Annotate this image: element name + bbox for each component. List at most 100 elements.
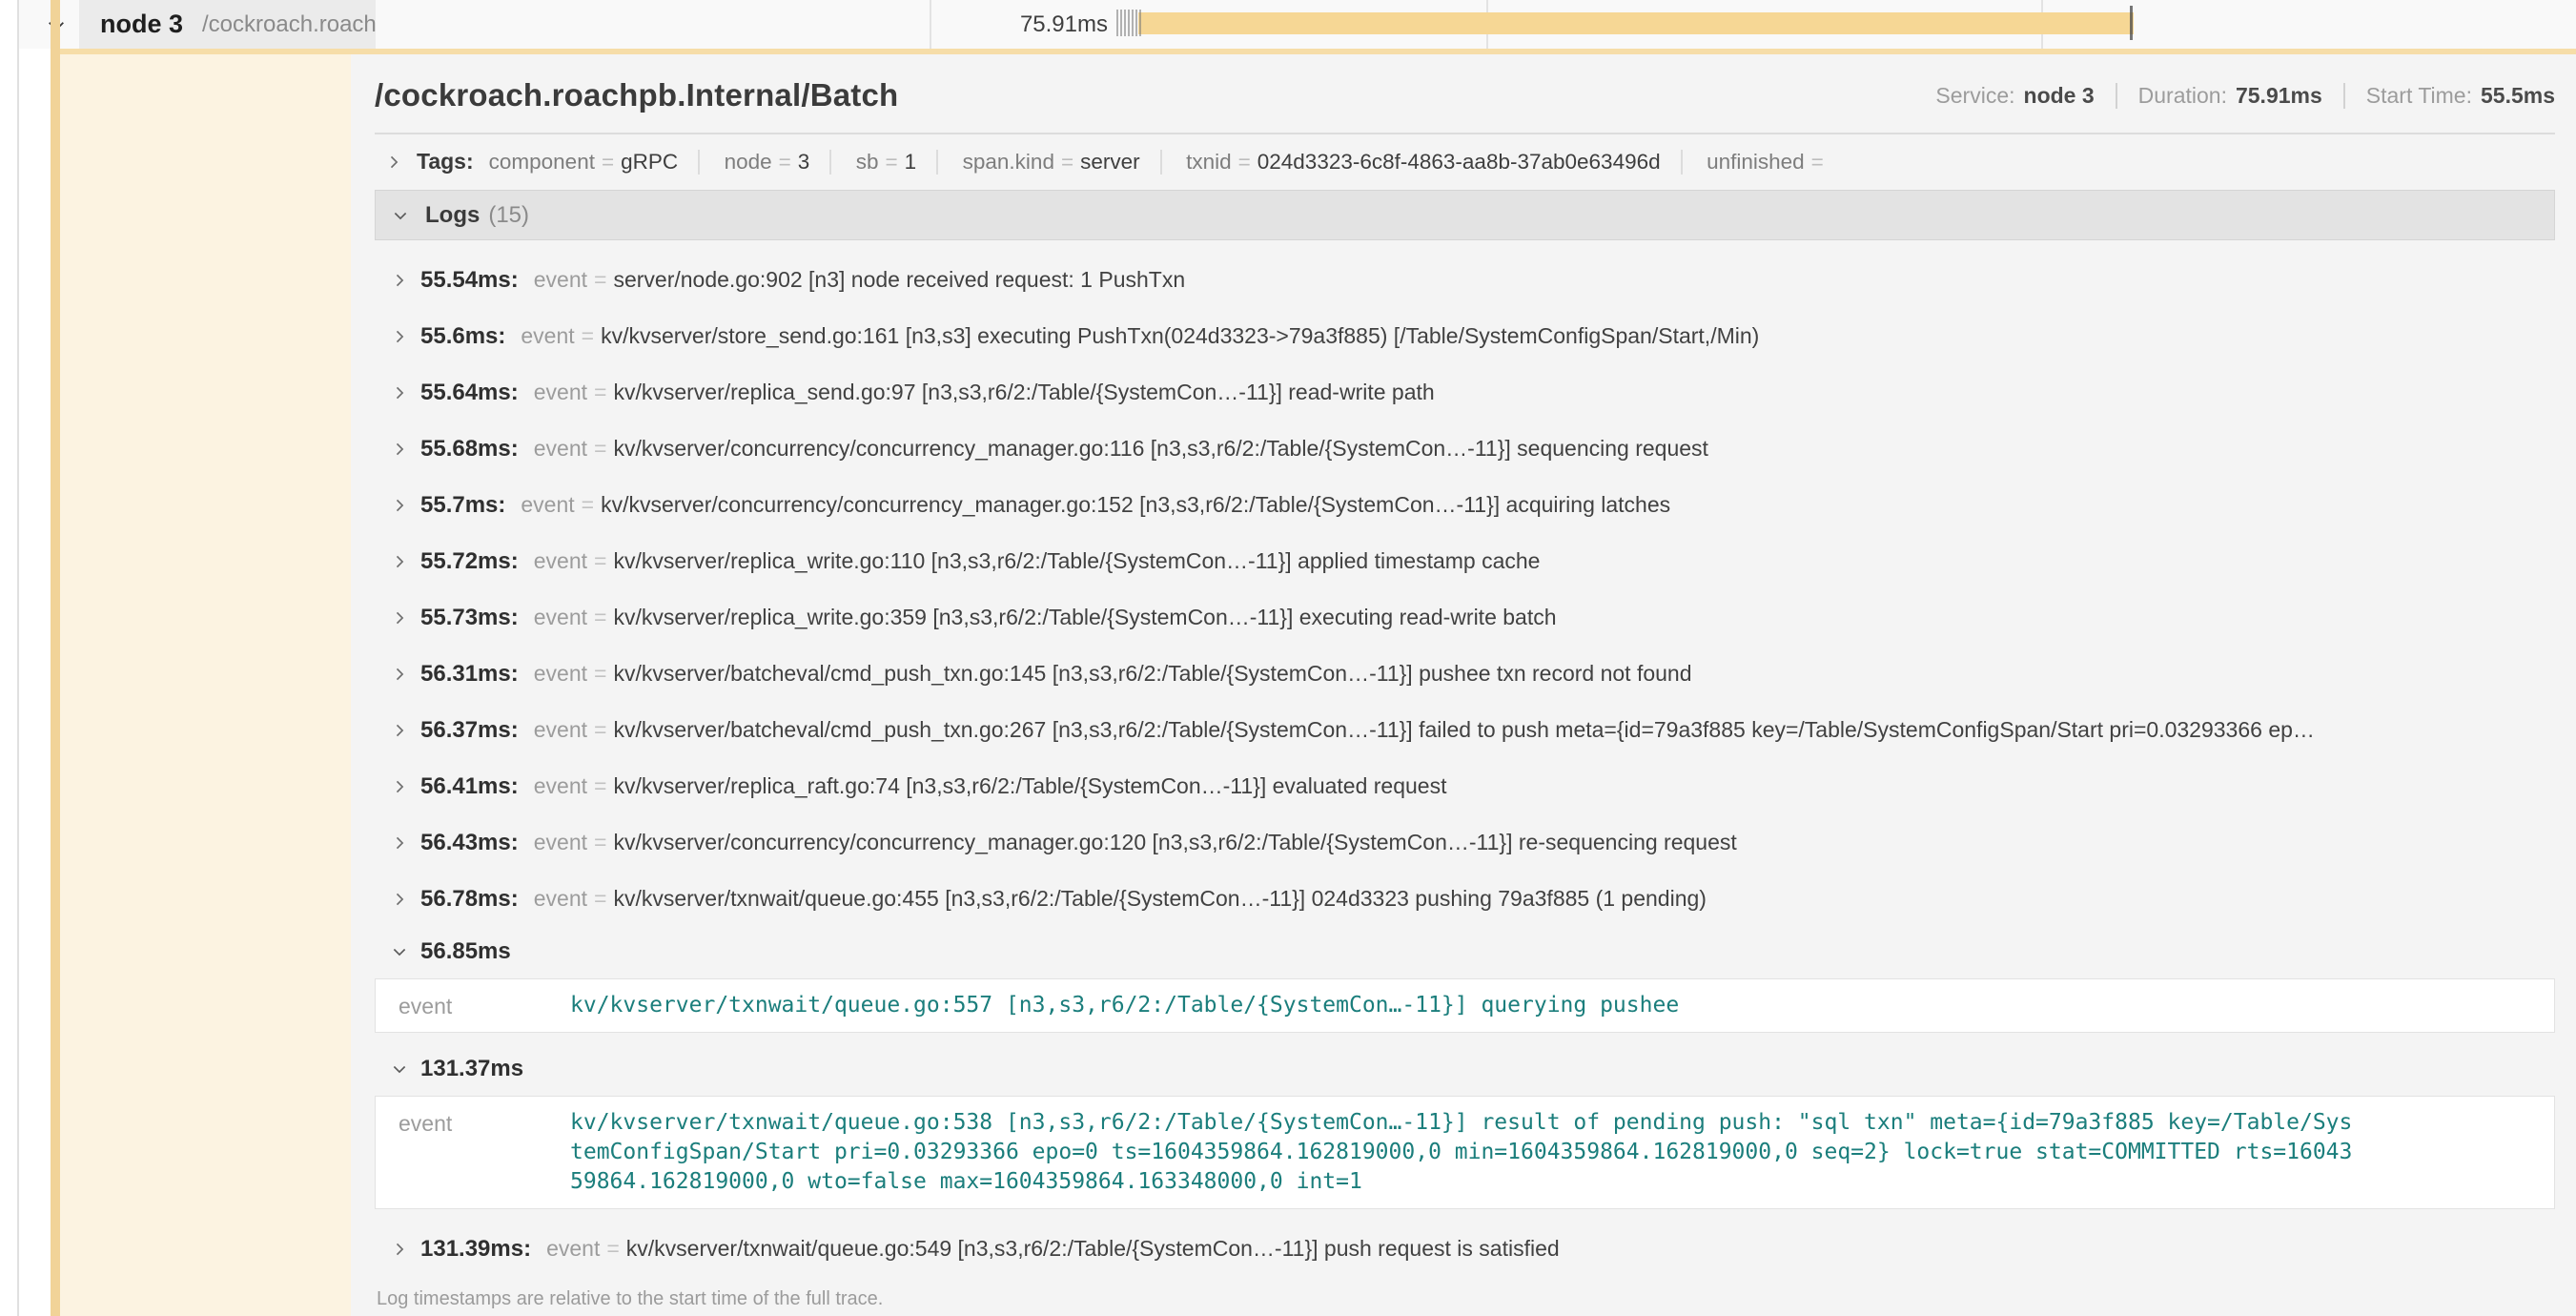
overview-service: Service: node 3 bbox=[1935, 83, 2094, 109]
equals-sign: = bbox=[594, 380, 606, 405]
log-event-line: temConfigSpan/Start pri=0.03293366 epo=0… bbox=[570, 1138, 2352, 1167]
equals-sign: = bbox=[779, 150, 791, 175]
timeline-left-divider bbox=[17, 0, 19, 1316]
log-message: kv/kvserver/replica_raft.go:74 [n3,s3,r6… bbox=[613, 773, 2555, 799]
log-message: kv/kvserver/replica_send.go:97 [n3,s3,r6… bbox=[613, 380, 2555, 405]
tag-value: server bbox=[1080, 150, 1140, 175]
log-row[interactable]: 55.6ms: event = kv/kvserver/store_send.g… bbox=[375, 308, 2555, 364]
equals-sign: = bbox=[602, 150, 614, 175]
service-name: node 3 bbox=[100, 10, 183, 39]
service-label: Service: bbox=[1935, 83, 2014, 109]
span-duration-label: 75.91ms bbox=[906, 0, 1108, 49]
chevron-right-icon bbox=[390, 496, 411, 515]
start-time-label: Start Time: bbox=[2366, 83, 2472, 109]
chevron-right-icon bbox=[390, 271, 411, 290]
log-timestamp: 55.68ms: bbox=[420, 436, 519, 463]
log-timestamp: 131.37ms bbox=[420, 1056, 523, 1082]
log-message: kv/kvserver/txnwait/queue.go:549 [n3,s3,… bbox=[626, 1236, 2555, 1262]
span-name-cell[interactable]: node 3 /cockroach.roach… bbox=[79, 0, 376, 49]
log-timestamp: 55.54ms: bbox=[420, 267, 519, 294]
log-timestamp: 55.73ms: bbox=[420, 605, 519, 631]
log-message: kv/kvserver/concurrency/concurrency_mana… bbox=[613, 830, 2555, 855]
tags-label: Tags: bbox=[417, 149, 474, 175]
tag-key: component bbox=[489, 150, 595, 175]
log-message: kv/kvserver/replica_write.go:110 [n3,s3,… bbox=[613, 548, 2555, 574]
tag-item: sb = 1 bbox=[856, 150, 938, 175]
log-field-key: event bbox=[534, 548, 587, 574]
log-row[interactable]: 131.39ms: event = kv/kvserver/txnwait/qu… bbox=[375, 1221, 2555, 1277]
tag-value: 1 bbox=[905, 150, 917, 175]
start-time-value: 55.5ms bbox=[2481, 83, 2555, 109]
tag-item: unfinished = bbox=[1707, 150, 1830, 175]
chevron-right-icon bbox=[390, 383, 411, 402]
log-message: kv/kvserver/batcheval/cmd_push_txn.go:26… bbox=[613, 717, 2555, 743]
equals-sign: = bbox=[594, 830, 606, 855]
span-bar[interactable] bbox=[1138, 12, 2134, 34]
chevron-down-icon bbox=[390, 1059, 411, 1079]
equals-sign: = bbox=[606, 1236, 619, 1262]
equals-sign: = bbox=[594, 773, 606, 799]
chevron-right-icon bbox=[390, 777, 411, 796]
log-message: kv/kvserver/concurrency/concurrency_mana… bbox=[601, 492, 2555, 518]
log-row[interactable]: 55.73ms: event = kv/kvserver/replica_wri… bbox=[375, 589, 2555, 646]
operation-name: /cockroach.roach… bbox=[202, 11, 376, 38]
log-timestamp: 55.72ms: bbox=[420, 548, 519, 575]
log-field-key: event bbox=[534, 436, 587, 462]
overview-duration: Duration: 75.91ms bbox=[2116, 83, 2322, 109]
equals-sign: = bbox=[594, 661, 606, 687]
log-field-key: event bbox=[389, 991, 570, 1020]
log-entry-expanded: 131.37ms event kv/kvserver/txnwait/queue… bbox=[375, 1044, 2555, 1209]
chevron-down-icon bbox=[390, 942, 411, 961]
log-timestamp: 131.39ms: bbox=[420, 1236, 531, 1263]
log-row-expanded[interactable]: 56.85ms bbox=[375, 927, 2555, 977]
logs-section-header[interactable]: Logs (15) bbox=[375, 190, 2555, 240]
equals-sign: = bbox=[594, 886, 606, 912]
log-row-expanded[interactable]: 131.37ms bbox=[375, 1044, 2555, 1094]
log-row[interactable]: 55.72ms: event = kv/kvserver/replica_wri… bbox=[375, 533, 2555, 589]
log-row[interactable]: 56.31ms: event = kv/kvserver/batcheval/c… bbox=[375, 646, 2555, 702]
log-timestamp: 55.7ms: bbox=[420, 492, 505, 519]
span-detail-panel: /cockroach.roachpb.Internal/Batch Servic… bbox=[351, 54, 2576, 1316]
chevron-right-icon bbox=[390, 721, 411, 740]
logs-count: (15) bbox=[488, 202, 529, 229]
logs-list: 55.54ms: event = server/node.go:902 [n3]… bbox=[375, 240, 2555, 1277]
log-timestamp: 56.78ms: bbox=[420, 886, 519, 913]
log-row[interactable]: 55.7ms: event = kv/kvserver/concurrency/… bbox=[375, 477, 2555, 533]
equals-sign: = bbox=[1238, 150, 1251, 175]
log-row[interactable]: 56.41ms: event = kv/kvserver/replica_raf… bbox=[375, 758, 2555, 814]
log-field-key: event bbox=[521, 492, 574, 518]
tag-key: sb bbox=[856, 150, 879, 175]
log-timestamp: 56.31ms: bbox=[420, 661, 519, 688]
chevron-right-icon bbox=[390, 327, 411, 346]
log-row[interactable]: 55.64ms: event = kv/kvserver/replica_sen… bbox=[375, 364, 2555, 421]
log-field-key: event bbox=[389, 1108, 570, 1197]
log-row[interactable]: 56.78ms: event = kv/kvserver/txnwait/que… bbox=[375, 871, 2555, 927]
equals-sign: = bbox=[1811, 150, 1824, 175]
log-field-key: event bbox=[534, 605, 587, 630]
log-row[interactable]: 55.54ms: event = server/node.go:902 [n3]… bbox=[375, 252, 2555, 308]
log-timestamp: 56.43ms: bbox=[420, 830, 519, 856]
equals-sign: = bbox=[594, 267, 606, 293]
log-marker bbox=[1128, 10, 1130, 36]
tags-row[interactable]: Tags: component = gRPC node = 3 sb = 1 s… bbox=[375, 134, 2555, 186]
tag-key: unfinished bbox=[1707, 150, 1805, 175]
log-field-key: event bbox=[534, 380, 587, 405]
log-field-key: event bbox=[534, 717, 587, 743]
log-row[interactable]: 56.37ms: event = kv/kvserver/batcheval/c… bbox=[375, 702, 2555, 758]
log-marker bbox=[1120, 10, 1122, 36]
log-entry-expanded: 56.85ms event kv/kvserver/txnwait/queue.… bbox=[375, 927, 2555, 1033]
log-row[interactable]: 55.68ms: event = kv/kvserver/concurrency… bbox=[375, 421, 2555, 477]
log-timestamp: 56.85ms bbox=[420, 938, 511, 965]
span-row[interactable]: 75.91ms node 3 /cockroach.roach… bbox=[19, 0, 2576, 49]
log-row[interactable]: 56.43ms: event = kv/kvserver/concurrency… bbox=[375, 814, 2555, 871]
log-timestamp: 56.41ms: bbox=[420, 773, 519, 800]
log-field-key: event bbox=[534, 773, 587, 799]
service-value: node 3 bbox=[2024, 83, 2095, 109]
chevron-right-icon bbox=[390, 440, 411, 459]
log-marker bbox=[1116, 10, 1118, 36]
chevron-right-icon bbox=[390, 833, 411, 853]
equals-sign: = bbox=[594, 436, 606, 462]
tag-item: txnid = 024d3323-6c8f-4863-aa8b-37ab0e63… bbox=[1186, 150, 1683, 175]
log-field-value: kv/kvserver/txnwait/queue.go:538 [n3,s3,… bbox=[570, 1108, 2352, 1197]
equals-sign: = bbox=[594, 717, 606, 743]
